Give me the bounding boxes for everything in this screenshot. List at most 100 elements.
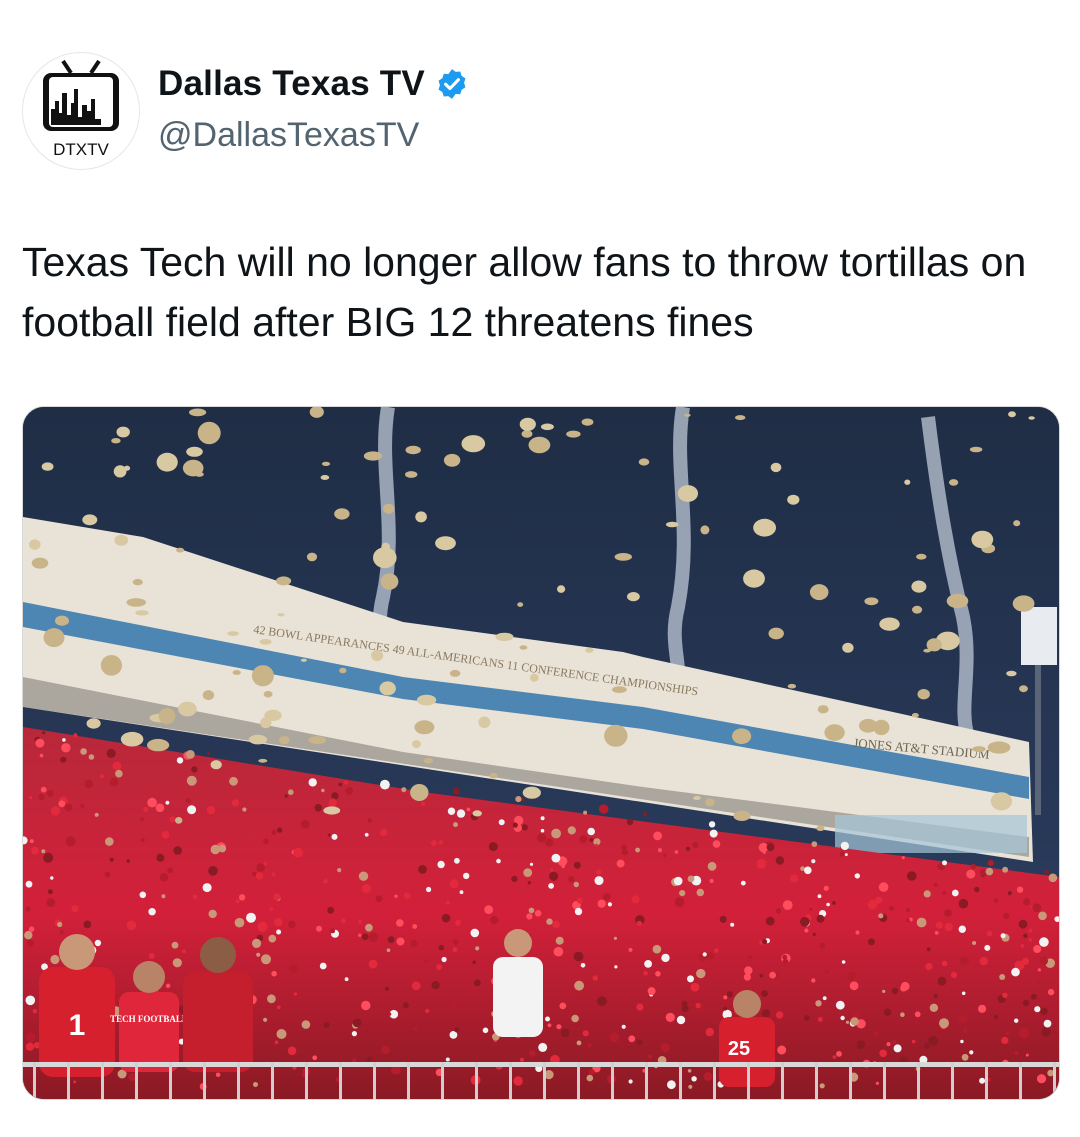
- tortilla: [1019, 685, 1028, 693]
- crowd-member: [958, 925, 966, 933]
- crowd-member: [822, 996, 827, 1001]
- crowd-member: [418, 865, 427, 874]
- display-name[interactable]: Dallas Texas TV: [158, 64, 425, 104]
- railing-post: [679, 1062, 682, 1099]
- crowd-member: [473, 979, 481, 987]
- crowd-member: [1032, 903, 1042, 913]
- crowd-member: [403, 892, 411, 899]
- avatar[interactable]: DTXTV: [22, 52, 140, 170]
- crowd-member: [674, 850, 679, 854]
- crowd-member: [926, 947, 931, 952]
- crowd-member: [782, 900, 793, 910]
- crowd-member: [40, 786, 47, 793]
- crowd-member: [832, 901, 836, 905]
- tortilla: [116, 426, 130, 438]
- crowd-member: [452, 939, 459, 945]
- tortilla: [383, 503, 395, 514]
- handle[interactable]: @DallasTexasTV: [158, 116, 419, 155]
- crowd-member: [31, 846, 39, 855]
- crowd-member: [268, 934, 277, 943]
- crowd-member: [401, 787, 407, 793]
- crowd-member: [1025, 1053, 1029, 1057]
- tortilla: [29, 539, 41, 550]
- crowd-member: [665, 1012, 675, 1023]
- crowd-member: [607, 902, 613, 907]
- crowd-member: [106, 748, 116, 758]
- crowd-member: [287, 1046, 297, 1056]
- crowd-member: [171, 941, 179, 949]
- crowd-member: [293, 992, 298, 996]
- tortilla: [202, 690, 215, 701]
- crowd-member: [979, 957, 988, 966]
- crowd-member: [892, 1040, 897, 1045]
- crowd-member: [1005, 1031, 1010, 1035]
- crowd-member: [566, 1083, 573, 1090]
- tweet-media-image[interactable]: 42 BOWL APPEARANCES 49 ALL-AMERICANS 11 …: [22, 406, 1060, 1100]
- crowd-member: [496, 858, 501, 864]
- railing-post: [33, 1062, 36, 1099]
- crowd-member: [293, 847, 303, 858]
- crowd-member: [1038, 911, 1047, 921]
- crowd-member: [984, 944, 991, 951]
- crowd-member: [50, 806, 61, 816]
- crowd-member: [573, 951, 584, 962]
- crowd-member: [950, 971, 958, 979]
- crowd-member: [597, 899, 606, 908]
- crowd-member: [99, 774, 105, 779]
- tortilla: [405, 445, 421, 455]
- crowd-member: [253, 1082, 258, 1087]
- crowd-member: [210, 844, 220, 855]
- railing-post: [985, 1062, 988, 1099]
- crowd-member: [939, 1018, 949, 1029]
- tortilla: [258, 758, 268, 763]
- crowd-member: [878, 913, 884, 919]
- crowd-member: [361, 1000, 371, 1011]
- crowd-member: [1021, 957, 1030, 965]
- crowd-member: [263, 1017, 268, 1022]
- tortilla: [912, 605, 923, 614]
- tortilla: [259, 638, 272, 645]
- crowd-member: [186, 775, 197, 786]
- crowd-member: [879, 1049, 887, 1058]
- crowd-member: [387, 936, 395, 944]
- tortilla: [638, 458, 650, 466]
- crowd-member: [172, 958, 182, 968]
- tortilla: [210, 760, 222, 770]
- railing-post: [781, 1062, 784, 1099]
- crowd-member: [589, 837, 594, 843]
- crowd-member: [263, 838, 269, 845]
- crowd-member: [688, 1084, 693, 1089]
- crowd-member: [396, 919, 404, 927]
- crowd-member: [818, 1017, 823, 1022]
- crowd-member: [628, 1035, 636, 1043]
- crowd-member: [811, 859, 816, 864]
- railing-post: [339, 1062, 342, 1099]
- tortilla: [412, 740, 421, 749]
- crowd-member: [540, 816, 545, 821]
- crowd-member: [933, 882, 938, 887]
- crowd-member: [380, 828, 388, 837]
- crowd-member: [261, 954, 271, 965]
- crowd-member: [515, 796, 522, 803]
- crowd-member: [916, 917, 927, 928]
- railing-post: [67, 1062, 70, 1099]
- crowd-member: [126, 920, 137, 931]
- crowd-member: [351, 1031, 357, 1037]
- crowd-member: [886, 1042, 891, 1047]
- crowd-member: [706, 952, 714, 960]
- tortilla: [43, 628, 65, 648]
- crowd-member: [657, 848, 663, 853]
- name-row: Dallas Texas TV: [158, 64, 469, 104]
- tortilla: [308, 736, 327, 745]
- railing-post: [917, 1062, 920, 1099]
- crowd-member: [845, 1020, 850, 1024]
- crowd-member: [165, 983, 171, 988]
- tortilla: [227, 631, 239, 636]
- crowd-member: [361, 933, 369, 941]
- crowd-member: [1022, 999, 1030, 1007]
- crowd-member: [453, 787, 461, 795]
- tortilla: [478, 716, 491, 729]
- crowd-member: [528, 907, 535, 914]
- tortilla: [1008, 411, 1016, 418]
- crowd-member: [823, 885, 829, 891]
